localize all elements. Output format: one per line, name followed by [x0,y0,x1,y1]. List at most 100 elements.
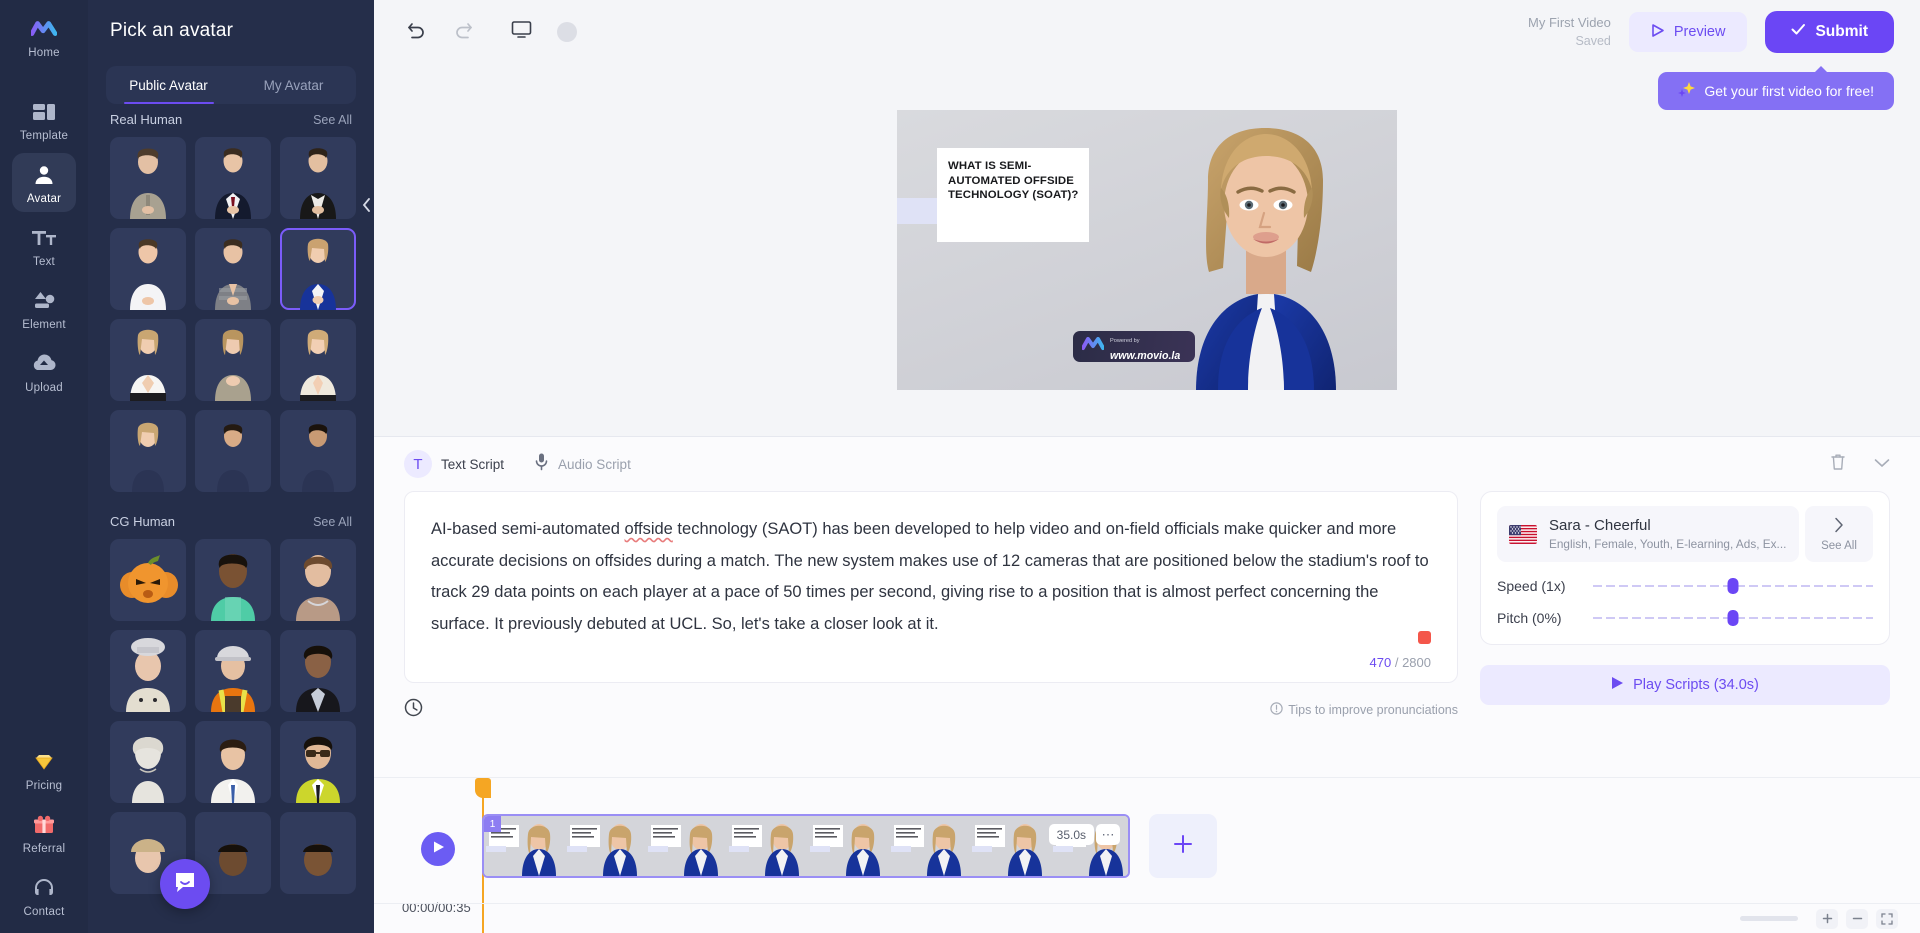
avatar-card[interactable] [280,319,356,401]
pitch-slider[interactable] [1593,610,1873,626]
us-flag-icon [1509,524,1537,544]
zoom-out-button[interactable] [1846,908,1868,929]
sidebar-item-label: Home [28,47,60,59]
panel-collapse-button[interactable] [357,186,374,228]
sidebar-item-referral[interactable]: Referral [12,803,76,862]
avatar-card[interactable] [110,539,186,621]
avatar-card[interactable] [195,721,271,803]
group-title: CG Human [110,514,176,529]
script-editor-column: AI-based semi-automated offside technolo… [404,491,1458,777]
sidebar-item-pricing[interactable]: Pricing [12,740,76,799]
avatar-scroll-area[interactable]: Real Human See All CG Human See All [88,92,374,933]
avatar-card[interactable] [110,137,186,219]
screen-ratio-button[interactable] [504,15,538,49]
timeline-play-button[interactable] [421,832,455,866]
cg-human-grid [88,529,374,894]
avatar-card[interactable] [110,410,186,492]
voice-card: Sara - Cheerful English, Female, Youth, … [1480,491,1890,645]
fit-screen-button[interactable] [1876,908,1898,929]
play-scripts-button[interactable]: Play Scripts (34.0s) [1480,665,1890,705]
pitch-label: Pitch (0%) [1497,610,1562,626]
voice-see-all-button[interactable]: See All [1805,506,1873,562]
avatar-card[interactable] [280,539,356,621]
clip-more-button[interactable]: ⋯ [1096,824,1120,845]
avatar-card[interactable] [280,410,356,492]
group-header-cg-human: CG Human See All [88,514,374,529]
tab-label: My Avatar [263,77,324,93]
slider-thumb[interactable] [1727,578,1739,594]
watermark-pre: Powered by [1110,337,1140,344]
tab-label: Text Script [441,456,505,472]
slide-text-card[interactable]: WHAT IS SEMI-AUTOMATED OFFSIDE TECHNOLOG… [937,148,1089,242]
sidebar-item-template[interactable]: Template [12,90,76,149]
script-panel: T Text Script Audio Script AI-based semi… [374,436,1920,777]
avatar-card[interactable] [280,630,356,712]
avatar-card[interactable] [110,630,186,712]
chevron-right-icon [1834,517,1844,538]
voice-selector[interactable]: Sara - Cheerful English, Female, Youth, … [1497,506,1799,562]
plus-icon [1172,833,1194,860]
avatar-card[interactable] [195,630,271,712]
record-stop-icon[interactable] [1418,631,1431,644]
avatar-card[interactable] [110,721,186,803]
sidebar-item-element[interactable]: Element [12,279,76,338]
avatar-card[interactable] [195,410,271,492]
avatar-card[interactable] [195,539,271,621]
zoom-in-button[interactable] [1816,908,1838,929]
clip-frame [727,816,808,876]
submit-button[interactable]: Submit [1765,11,1894,53]
timeline: 00:00/00:35 1 35.0s ⋯ [374,777,1920,933]
redo-button[interactable] [446,15,480,49]
slider-thumb[interactable] [1727,610,1739,626]
timeline-playhead-handle[interactable] [475,778,491,798]
preview-button[interactable]: Preview [1628,12,1748,52]
avatar-card[interactable] [280,137,356,219]
video-stage[interactable]: WHAT IS SEMI-AUTOMATED OFFSIDE TECHNOLOG… [897,110,1397,390]
undo-button[interactable] [400,15,434,49]
tab-text-script[interactable]: T Text Script [404,450,504,478]
timing-button[interactable] [404,698,423,722]
avatar-card[interactable] [110,319,186,401]
sidebar-item-avatar[interactable]: Avatar [12,153,76,212]
avatar-icon [31,162,57,188]
script-textarea-wrapper[interactable]: AI-based semi-automated offside technolo… [404,491,1458,683]
pronunciation-tips-link[interactable]: Tips to improve pronunciations [1270,702,1458,718]
timeline-clip[interactable]: 1 35.0s ⋯ [482,814,1130,878]
sidebar-item-upload[interactable]: Upload [12,342,76,401]
headset-icon [31,875,57,901]
avatar-card[interactable] [195,228,271,310]
timeline-zoom-slider[interactable] [1740,916,1798,921]
play-icon [432,840,445,859]
collapse-script-button[interactable] [1874,455,1890,473]
voice-selector-row: Sara - Cheerful English, Female, Youth, … [1497,506,1873,562]
sidebar-item-label: Contact [23,906,65,918]
script-panel-header: T Text Script Audio Script [374,437,1920,491]
redo-icon [453,21,473,44]
delete-script-button[interactable] [1830,453,1846,476]
script-textarea[interactable]: AI-based semi-automated offside technolo… [431,514,1431,641]
avatar-card[interactable] [280,812,356,894]
tab-audio-script[interactable]: Audio Script [534,452,631,476]
sidebar-item-contact[interactable]: Contact [12,866,76,925]
speed-slider[interactable] [1593,578,1873,594]
pitch-control: Pitch (0%) [1497,610,1873,626]
avatar-card[interactable] [195,137,271,219]
see-all-link[interactable]: See All [313,113,352,127]
sidebar-item-home[interactable]: Home [12,7,76,66]
avatar-card[interactable] [280,721,356,803]
see-all-link[interactable]: See All [313,515,352,529]
avatar-card-selected[interactable] [280,228,356,310]
character-count: 470 [1369,655,1392,670]
script-panel-body: AI-based semi-automated offside technolo… [374,491,1920,777]
undo-icon [407,21,427,44]
avatar-card[interactable] [195,319,271,401]
tab-label: Audio Script [558,456,631,472]
add-scene-button[interactable] [1149,814,1217,878]
upload-icon [31,351,57,377]
avatar-card[interactable] [110,228,186,310]
watermark-text: Powered by www.movio.la [1110,330,1180,364]
canvas-color-button[interactable] [550,15,584,49]
intercom-chat-button[interactable] [160,859,210,909]
sidebar-item-text[interactable]: Text [12,216,76,275]
preview-label: Preview [1673,24,1726,40]
